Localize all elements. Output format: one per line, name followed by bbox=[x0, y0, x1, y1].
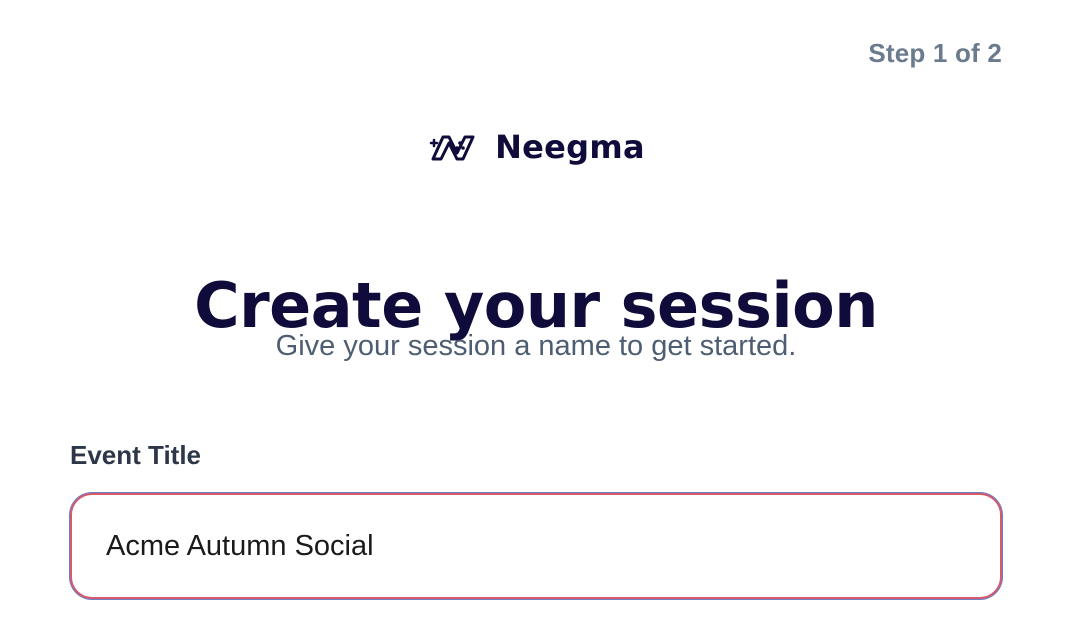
step-indicator: Step 1 of 2 bbox=[868, 38, 1002, 68]
neegma-logo-icon bbox=[429, 135, 475, 161]
event-title-input[interactable] bbox=[70, 493, 1002, 599]
create-session-page: Step 1 of 2 Neegma Create your session G… bbox=[0, 0, 1072, 636]
event-title-label: Event Title bbox=[70, 440, 202, 470]
brand-header: Neegma bbox=[0, 128, 1072, 166]
brand-name: Neegma bbox=[495, 128, 645, 166]
page-subtitle: Give your session a name to get started. bbox=[275, 330, 797, 362]
